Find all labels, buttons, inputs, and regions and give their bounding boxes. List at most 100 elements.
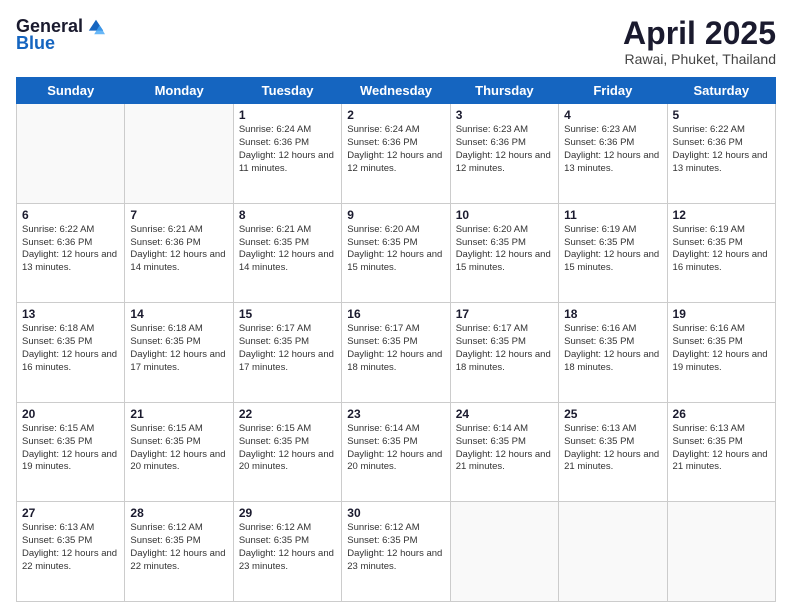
logo: General Blue (16, 16, 105, 54)
calendar-cell: 10 Sunrise: 6:20 AM Sunset: 6:35 PM Dayli… (450, 203, 558, 303)
day-number: 21 (130, 407, 227, 421)
col-tuesday: Tuesday (233, 78, 341, 104)
day-info: Sunrise: 6:16 AM Sunset: 6:35 PM Dayligh… (564, 323, 661, 374)
day-info: Sunrise: 6:13 AM Sunset: 6:35 PM Dayligh… (673, 423, 770, 474)
logo-blue-text: Blue (16, 33, 55, 54)
calendar-week-2: 6Sunrise: 6:22 AM Sunset: 6:36 PM Daylig… (17, 203, 776, 303)
day-number: 14 (130, 307, 227, 321)
calendar-cell (559, 502, 667, 602)
calendar-cell: 17 Sunrise: 6:17 AM Sunset: 6:35 PM Dayli… (450, 303, 558, 403)
day-info: Sunrise: 6:24 AM Sunset: 6:36 PM Dayligh… (347, 124, 444, 175)
day-number: 17 (456, 307, 553, 321)
day-info: Sunrise: 6:12 AM Sunset: 6:35 PM Dayligh… (347, 522, 444, 573)
calendar-cell: 9 Sunrise: 6:20 AM Sunset: 6:35 PM Daylig… (342, 203, 450, 303)
col-wednesday: Wednesday (342, 78, 450, 104)
day-info: Sunrise: 6:23 AM Sunset: 6:36 PM Dayligh… (456, 124, 553, 175)
day-info: Sunrise: 6:12 AM Sunset: 6:35 PM Dayligh… (239, 522, 336, 573)
day-number: 20 (22, 407, 119, 421)
calendar-cell: 2 Sunrise: 6:24 AM Sunset: 6:36 PM Daylig… (342, 104, 450, 204)
calendar-cell: 21Sunrise: 6:15 AM Sunset: 6:35 PM Dayli… (125, 402, 233, 502)
calendar-cell: 29 Sunrise: 6:12 AM Sunset: 6:35 PM Dayli… (233, 502, 341, 602)
day-number: 22 (239, 407, 336, 421)
day-info: Sunrise: 6:22 AM Sunset: 6:36 PM Dayligh… (22, 224, 119, 275)
day-info: Sunrise: 6:17 AM Sunset: 6:35 PM Dayligh… (239, 323, 336, 374)
calendar-header-row: Sunday Monday Tuesday Wednesday Thursday… (17, 78, 776, 104)
day-number: 29 (239, 506, 336, 520)
day-number: 3 (456, 108, 553, 122)
calendar-cell: 8Sunrise: 6:21 AM Sunset: 6:35 PM Daylig… (233, 203, 341, 303)
day-number: 5 (673, 108, 770, 122)
day-number: 10 (456, 208, 553, 222)
day-number: 9 (347, 208, 444, 222)
calendar-cell: 18 Sunrise: 6:16 AM Sunset: 6:35 PM Dayli… (559, 303, 667, 403)
day-number: 23 (347, 407, 444, 421)
day-number: 19 (673, 307, 770, 321)
day-info: Sunrise: 6:19 AM Sunset: 6:35 PM Dayligh… (673, 224, 770, 275)
calendar-cell: 26 Sunrise: 6:13 AM Sunset: 6:35 PM Dayli… (667, 402, 775, 502)
title-block: April 2025 Rawai, Phuket, Thailand (623, 16, 776, 67)
calendar-cell: 22 Sunrise: 6:15 AM Sunset: 6:35 PM Dayli… (233, 402, 341, 502)
calendar-cell: 12 Sunrise: 6:19 AM Sunset: 6:35 PM Dayli… (667, 203, 775, 303)
header: General Blue April 2025 Rawai, Phuket, T… (16, 16, 776, 67)
day-info: Sunrise: 6:13 AM Sunset: 6:35 PM Dayligh… (564, 423, 661, 474)
day-number: 12 (673, 208, 770, 222)
day-number: 24 (456, 407, 553, 421)
calendar-cell: 5 Sunrise: 6:22 AM Sunset: 6:36 PM Daylig… (667, 104, 775, 204)
day-number: 25 (564, 407, 661, 421)
day-number: 4 (564, 108, 661, 122)
calendar-table: Sunday Monday Tuesday Wednesday Thursday… (16, 77, 776, 602)
calendar-week-4: 20 Sunrise: 6:15 AM Sunset: 6:35 PM Dayli… (17, 402, 776, 502)
calendar-cell: 7Sunrise: 6:21 AM Sunset: 6:36 PM Daylig… (125, 203, 233, 303)
day-number: 15 (239, 307, 336, 321)
calendar-cell: 1Sunrise: 6:24 AM Sunset: 6:36 PM Daylig… (233, 104, 341, 204)
day-info: Sunrise: 6:16 AM Sunset: 6:35 PM Dayligh… (673, 323, 770, 374)
day-number: 11 (564, 208, 661, 222)
calendar-cell: 30 Sunrise: 6:12 AM Sunset: 6:35 PM Dayli… (342, 502, 450, 602)
day-info: Sunrise: 6:14 AM Sunset: 6:35 PM Dayligh… (347, 423, 444, 474)
col-saturday: Saturday (667, 78, 775, 104)
day-number: 18 (564, 307, 661, 321)
day-info: Sunrise: 6:23 AM Sunset: 6:36 PM Dayligh… (564, 124, 661, 175)
col-thursday: Thursday (450, 78, 558, 104)
day-info: Sunrise: 6:20 AM Sunset: 6:35 PM Dayligh… (347, 224, 444, 275)
day-number: 26 (673, 407, 770, 421)
day-info: Sunrise: 6:17 AM Sunset: 6:35 PM Dayligh… (456, 323, 553, 374)
calendar-week-5: 27Sunrise: 6:13 AM Sunset: 6:35 PM Dayli… (17, 502, 776, 602)
calendar-cell: 3 Sunrise: 6:23 AM Sunset: 6:36 PM Daylig… (450, 104, 558, 204)
col-friday: Friday (559, 78, 667, 104)
col-monday: Monday (125, 78, 233, 104)
calendar-cell: 23 Sunrise: 6:14 AM Sunset: 6:35 PM Dayli… (342, 402, 450, 502)
day-number: 30 (347, 506, 444, 520)
page: General Blue April 2025 Rawai, Phuket, T… (0, 0, 792, 612)
calendar-cell: 28 Sunrise: 6:12 AM Sunset: 6:35 PM Dayli… (125, 502, 233, 602)
calendar-cell: 27Sunrise: 6:13 AM Sunset: 6:35 PM Dayli… (17, 502, 125, 602)
calendar-week-1: 1Sunrise: 6:24 AM Sunset: 6:36 PM Daylig… (17, 104, 776, 204)
day-info: Sunrise: 6:22 AM Sunset: 6:36 PM Dayligh… (673, 124, 770, 175)
calendar-cell (450, 502, 558, 602)
day-number: 8 (239, 208, 336, 222)
day-info: Sunrise: 6:24 AM Sunset: 6:36 PM Dayligh… (239, 124, 336, 175)
day-info: Sunrise: 6:17 AM Sunset: 6:35 PM Dayligh… (347, 323, 444, 374)
calendar-cell: 19 Sunrise: 6:16 AM Sunset: 6:35 PM Dayli… (667, 303, 775, 403)
calendar-week-3: 13 Sunrise: 6:18 AM Sunset: 6:35 PM Dayli… (17, 303, 776, 403)
day-info: Sunrise: 6:15 AM Sunset: 6:35 PM Dayligh… (22, 423, 119, 474)
day-number: 28 (130, 506, 227, 520)
day-info: Sunrise: 6:18 AM Sunset: 6:35 PM Dayligh… (130, 323, 227, 374)
month-title: April 2025 (623, 16, 776, 51)
location-subtitle: Rawai, Phuket, Thailand (623, 51, 776, 67)
calendar-cell (125, 104, 233, 204)
day-info: Sunrise: 6:14 AM Sunset: 6:35 PM Dayligh… (456, 423, 553, 474)
day-info: Sunrise: 6:15 AM Sunset: 6:35 PM Dayligh… (239, 423, 336, 474)
day-number: 13 (22, 307, 119, 321)
calendar-cell: 14 Sunrise: 6:18 AM Sunset: 6:35 PM Dayli… (125, 303, 233, 403)
day-info: Sunrise: 6:20 AM Sunset: 6:35 PM Dayligh… (456, 224, 553, 275)
day-number: 2 (347, 108, 444, 122)
calendar-cell: 11Sunrise: 6:19 AM Sunset: 6:35 PM Dayli… (559, 203, 667, 303)
day-number: 27 (22, 506, 119, 520)
calendar-cell (17, 104, 125, 204)
day-info: Sunrise: 6:12 AM Sunset: 6:35 PM Dayligh… (130, 522, 227, 573)
calendar-cell: 4 Sunrise: 6:23 AM Sunset: 6:36 PM Daylig… (559, 104, 667, 204)
calendar-cell (667, 502, 775, 602)
col-sunday: Sunday (17, 78, 125, 104)
day-info: Sunrise: 6:18 AM Sunset: 6:35 PM Dayligh… (22, 323, 119, 374)
